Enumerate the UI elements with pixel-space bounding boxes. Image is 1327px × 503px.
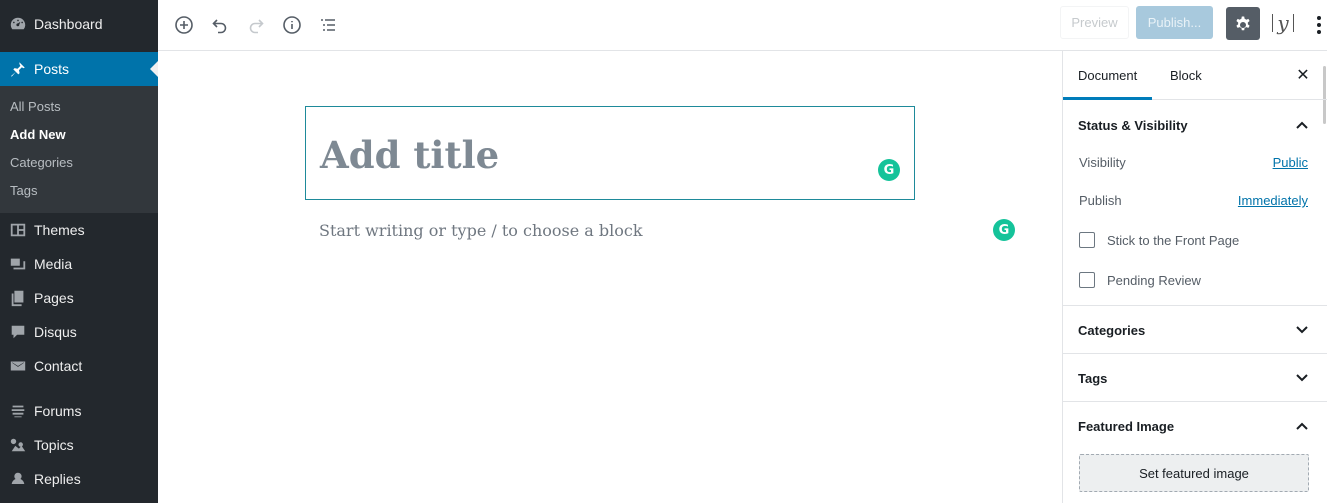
settings-gear-icon[interactable] xyxy=(1226,7,1260,40)
editor-canvas: Add title G Start writing or type / to c… xyxy=(158,51,1062,503)
panel-categories[interactable]: Categories xyxy=(1063,306,1327,354)
menu-item-disqus[interactable]: Disqus xyxy=(0,315,158,349)
menu-label-themes: Themes xyxy=(34,222,85,238)
menu-item-forums[interactable]: Forums xyxy=(0,394,158,428)
dashboard-icon xyxy=(0,15,34,33)
grammarly-glyph: G xyxy=(883,162,895,178)
tab-block[interactable]: Block xyxy=(1170,51,1202,100)
info-icon[interactable] xyxy=(278,11,306,39)
redo-icon[interactable] xyxy=(242,11,270,39)
media-icon xyxy=(0,255,34,273)
menu-item-themes[interactable]: Themes xyxy=(0,213,158,247)
chevron-down-icon xyxy=(1296,374,1308,382)
stick-to-front-checkbox[interactable] xyxy=(1079,232,1095,248)
panel-status-visibility[interactable]: Status & Visibility xyxy=(1063,101,1327,149)
replies-icon xyxy=(0,470,34,488)
comment-icon xyxy=(0,323,34,341)
submenu-all-posts[interactable]: All Posts xyxy=(0,93,158,121)
stick-to-front-label: Stick to the Front Page xyxy=(1107,233,1240,248)
topics-icon xyxy=(0,436,34,454)
publish-date-link[interactable]: Immediately xyxy=(1238,193,1308,208)
menu-item-topics[interactable]: Topics xyxy=(0,428,158,462)
grammarly-icon[interactable]: G xyxy=(993,219,1015,241)
menu-item-dashboard[interactable]: Dashboard xyxy=(0,7,158,41)
visibility-link[interactable]: Public xyxy=(1273,155,1308,170)
panel-heading-tags: Tags xyxy=(1078,370,1108,386)
menu-label-forums: Forums xyxy=(34,403,82,419)
preview-button[interactable]: Preview xyxy=(1060,6,1129,39)
admin-sidebar: Dashboard Posts All Posts Add New Catego… xyxy=(0,0,158,503)
pending-review-label: Pending Review xyxy=(1107,273,1201,288)
settings-sidebar: Document Block ✕ Status & Visibility Vis… xyxy=(1062,51,1327,503)
menu-item-replies[interactable]: Replies xyxy=(0,462,158,496)
visibility-label: Visibility xyxy=(1079,155,1126,170)
publish-label: Publish xyxy=(1079,193,1122,208)
menu-label-media: Media xyxy=(34,256,73,272)
panel-heading-status: Status & Visibility xyxy=(1078,117,1188,133)
submenu-tags[interactable]: Tags xyxy=(0,177,158,205)
menu-label-dashboard: Dashboard xyxy=(34,16,103,32)
forums-icon xyxy=(0,402,34,420)
chevron-down-icon xyxy=(1296,326,1308,334)
yoast-icon[interactable]: y xyxy=(1271,9,1295,37)
yoast-label: y xyxy=(1272,13,1294,33)
tab-document[interactable]: Document xyxy=(1063,51,1153,100)
body-placeholder[interactable]: Start writing or type / to choose a bloc… xyxy=(319,221,643,240)
more-options-icon[interactable] xyxy=(1311,11,1327,39)
panel-heading-categories: Categories xyxy=(1078,322,1146,338)
pin-icon xyxy=(0,60,34,78)
themes-icon xyxy=(0,221,34,239)
submenu-add-new[interactable]: Add New xyxy=(0,121,158,149)
panel-tags[interactable]: Tags xyxy=(1063,354,1327,402)
panel-heading-featured-image: Featured Image xyxy=(1078,418,1175,434)
set-featured-image-button[interactable]: Set featured image xyxy=(1079,454,1309,492)
title-input[interactable]: Add title G xyxy=(305,106,915,200)
add-block-icon[interactable] xyxy=(170,11,198,39)
menu-label-replies: Replies xyxy=(34,471,81,487)
submenu-categories[interactable]: Categories xyxy=(0,149,158,177)
menu-label-pages: Pages xyxy=(34,290,74,306)
menu-item-media[interactable]: Media xyxy=(0,247,158,281)
close-glyph: ✕ xyxy=(1296,67,1310,84)
pending-review-checkbox[interactable] xyxy=(1079,272,1095,288)
chevron-up-icon xyxy=(1296,121,1308,129)
menu-item-posts[interactable]: Posts xyxy=(0,52,158,86)
editor-toolbar: Preview Publish... y xyxy=(158,0,1327,51)
menu-item-pages[interactable]: Pages xyxy=(0,281,158,315)
panel-featured-image[interactable]: Featured Image xyxy=(1063,402,1327,450)
sidebar-tabs: Document Block ✕ xyxy=(1063,51,1327,100)
posts-submenu: All Posts Add New Categories Tags xyxy=(0,86,158,213)
menu-label-disqus: Disqus xyxy=(34,324,77,340)
chevron-up-icon xyxy=(1296,422,1308,430)
menu-label-topics: Topics xyxy=(34,437,74,453)
mail-icon xyxy=(0,357,34,375)
menu-item-contact[interactable]: Contact xyxy=(0,349,158,383)
close-icon[interactable]: ✕ xyxy=(1295,67,1311,84)
pages-icon xyxy=(0,289,34,307)
undo-icon[interactable] xyxy=(206,11,234,39)
menu-label-posts: Posts xyxy=(34,61,70,77)
menu-label-contact: Contact xyxy=(34,358,83,374)
title-placeholder: Add title xyxy=(320,133,500,177)
publish-button[interactable]: Publish... xyxy=(1136,6,1213,39)
grammarly-glyph-body: G xyxy=(998,222,1010,238)
grammarly-icon[interactable]: G xyxy=(878,159,900,181)
outline-icon[interactable] xyxy=(314,11,342,39)
